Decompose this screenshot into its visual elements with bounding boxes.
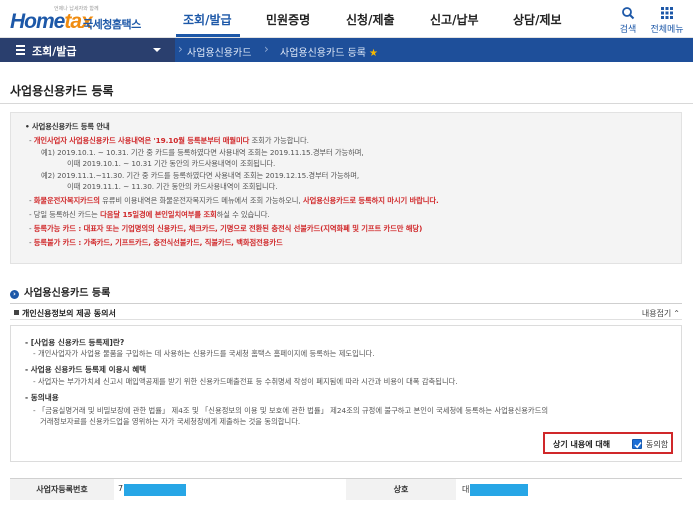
consent-content: - [사업용 신용카드 등록제]란? - 개인사업자가 사업용 물품을 구입하는…: [10, 325, 682, 462]
notice-line-9: - 등록불가 카드 : 가족카드, 기프트카드, 충전식선불카드, 직불카드, …: [29, 238, 283, 247]
redaction-mask: [124, 484, 186, 496]
nav-active-underline: [176, 34, 240, 37]
nav-item-application[interactable]: 신청/제출: [346, 11, 395, 28]
consent-a3-line2: 거래정보자료를 신용카드업을 영위하는 자가 국세청장에게 제출하는 것을 동의…: [40, 417, 301, 426]
nav-item-consult[interactable]: 상담/제보: [513, 11, 562, 28]
chevron-right-icon: ›: [264, 42, 269, 56]
all-menu-label: 전체메뉴: [650, 25, 684, 35]
page-title: 사업용신용카드 등록: [10, 84, 114, 98]
logo-wordmark: Hometax: [10, 10, 93, 33]
notice-line-1: - 개인사업자 사업용신용카드 사용내역은 '19.10월 등록분부터 매월미다…: [29, 136, 309, 145]
top-navigation-bar: 언제나 납세자와 함께 Hometax 국세청홈택스 조회/발급 민원증명 신청…: [0, 0, 693, 38]
bizno-label: 사업자등록번호: [10, 479, 114, 500]
collapse-button[interactable]: 내용접기 ⌃: [642, 308, 680, 319]
search-icon: [622, 7, 635, 20]
category-menu-label: 조회/발급: [32, 45, 77, 58]
consent-a2: - 사업자는 부가가치세 신고시 매입액공제를 받기 위한 신용카드매출전표 등…: [33, 377, 458, 386]
checkmark-icon: [634, 442, 642, 449]
consent-a3-line1: - 「금융실명거래 및 비밀보장에 관한 법률」 제4조 및 「신용정보의 이용…: [33, 406, 549, 415]
search-button[interactable]: 검색: [613, 6, 643, 35]
info-dot-icon: ›: [10, 290, 19, 299]
favorite-star-icon[interactable]: ★: [369, 48, 378, 59]
notice-line-3: 이때 2019.10.1. ~ 10.31 기간 동안의 카드사용내역이 조회됩…: [67, 159, 276, 168]
nav-item-inquiry[interactable]: 조회/발급: [183, 11, 232, 28]
consent-q2: - 사업용 신용카드 등록제 이용시 혜택: [25, 365, 147, 374]
consent-q3: - 동의내용: [25, 393, 59, 402]
agree-checkbox-group: 상기 내용에 대해 동의함: [543, 432, 673, 454]
breadcrumb: 조회/발급 › 사업용신용카드 › 사업용신용카드 등록 ★: [0, 38, 693, 62]
breadcrumb-item-card[interactable]: 사업용신용카드: [187, 44, 251, 59]
redaction-mask: [470, 484, 528, 496]
consent-q1: - [사업용 신용카드 등록제]란?: [25, 338, 125, 347]
bizno-value: 7: [118, 484, 124, 493]
chevron-up-icon: ⌃: [673, 309, 680, 318]
notice-line-2: 예1) 2019.10.1. ~ 10.31. 기간 중 카드를 등록하였다면 …: [41, 148, 364, 157]
agree-checkbox-label[interactable]: 동의함: [646, 439, 668, 450]
agree-prompt: 상기 내용에 대해: [553, 440, 611, 449]
section-title: › 사업용신용카드 등록: [10, 284, 110, 299]
all-menu-button[interactable]: 전체메뉴: [650, 6, 684, 35]
logo-name: 국세청홈택스: [83, 18, 141, 31]
consent-title: 개인신용정보의 제공 동의서: [14, 308, 116, 319]
shop-name-value: 대: [462, 485, 470, 494]
hamburger-icon: [16, 45, 25, 55]
notice-heading: • 사업용신용카드 등록 안내: [25, 122, 110, 131]
title-divider: [0, 103, 693, 104]
notice-line-5: 이때 2019.11.1. ~ 11.30. 기간 동안의 카드사용내역이 조회…: [67, 182, 278, 191]
notice-line-8: - 등록가능 카드 : 대표자 또는 기업명의의 신용카드, 체크카드, 기명으…: [29, 224, 423, 233]
shop-name-label: 상호: [346, 479, 456, 500]
notice-line-6: - 화물운전자복지카드의 유류비 이용내역은 화물운전자복지카드 메뉴에서 조회…: [29, 196, 439, 205]
nav-item-filing[interactable]: 신고/납부: [430, 11, 479, 28]
nav-item-certificate[interactable]: 민원증명: [266, 11, 310, 28]
breadcrumb-item-register[interactable]: 사업용신용카드 등록 ★: [280, 44, 378, 59]
chevron-right-icon: ›: [178, 42, 183, 56]
agree-checkbox[interactable]: [632, 439, 642, 449]
consent-a1: - 개인사업자가 사업용 물품을 구입하는 데 사용하는 신용카드를 국세청 홈…: [33, 349, 375, 358]
category-menu-dropdown[interactable]: 조회/발급: [0, 38, 175, 62]
search-label: 검색: [619, 25, 637, 35]
notice-line-4: 예2) 2019.11.1.~11.30. 기간 중 카드를 등록하였다면 사용…: [41, 171, 360, 180]
consent-header: 개인신용정보의 제공 동의서 내용접기 ⌃: [10, 303, 682, 320]
grid-menu-icon: [661, 7, 673, 19]
notice-line-7: - 당일 등록하신 카드는 다음달 15일경에 본인일치여부를 조회하실 수 있…: [29, 210, 270, 219]
business-info-row: 사업자등록번호 7 상호 대: [10, 478, 682, 500]
caret-down-icon: [153, 48, 161, 52]
notice-box: • 사업용신용카드 등록 안내 - 개인사업자 사업용신용카드 사용내역은 '1…: [10, 112, 682, 264]
